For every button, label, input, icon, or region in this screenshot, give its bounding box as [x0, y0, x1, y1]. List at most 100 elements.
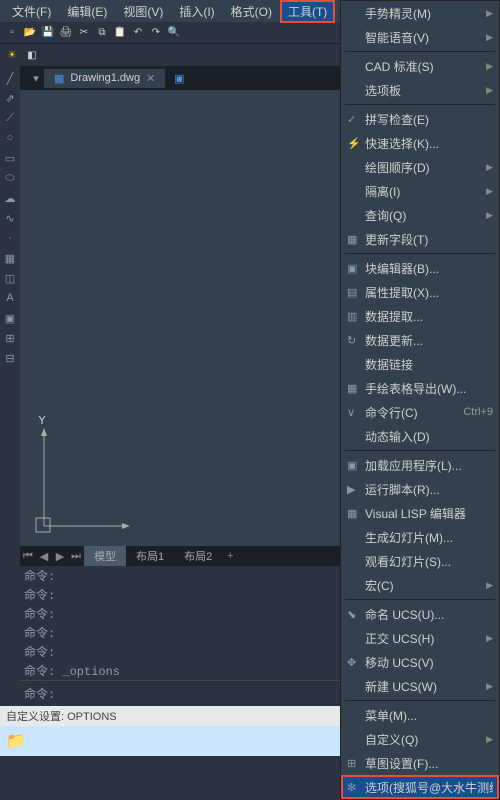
- menu-item[interactable]: 菜单(M)...: [341, 703, 499, 727]
- add-layout-icon[interactable]: +: [222, 550, 238, 562]
- menu-format[interactable]: 格式(O): [223, 0, 280, 23]
- menu-item[interactable]: CAD 标准(S)▶: [341, 54, 499, 78]
- line-icon[interactable]: ╱: [2, 70, 18, 86]
- point-icon[interactable]: ·: [2, 230, 18, 246]
- menu-item[interactable]: ✼选项(搜狐号@大水牛测绘: [341, 775, 499, 799]
- menu-item-label: 隔离(I): [365, 183, 486, 200]
- layer-icon[interactable]: ☀: [4, 47, 20, 63]
- polyline-icon[interactable]: ⇗: [2, 90, 18, 106]
- menu-item[interactable]: ⊞草图设置(F)...: [341, 751, 499, 775]
- document-tab[interactable]: ▦ Drawing1.dwg ✕: [44, 69, 165, 88]
- menu-item-icon: ▶: [347, 483, 365, 496]
- menu-edit[interactable]: 编辑(E): [59, 0, 115, 23]
- submenu-arrow-icon: ▶: [486, 186, 493, 197]
- tab-model[interactable]: 模型: [84, 546, 126, 566]
- menu-item[interactable]: 绘图顺序(D)▶: [341, 155, 499, 179]
- block-icon[interactable]: ▣: [2, 310, 18, 326]
- menu-tools[interactable]: 工具(T): [280, 0, 335, 23]
- menu-item-label: 移动 UCS(V): [365, 654, 493, 671]
- new-icon[interactable]: ▫: [4, 25, 20, 41]
- save-icon[interactable]: 💾: [40, 25, 56, 41]
- copy-icon[interactable]: ⧉: [94, 25, 110, 41]
- text-icon[interactable]: A: [2, 290, 18, 306]
- menu-item[interactable]: ▦Visual LISP 编辑器: [341, 501, 499, 525]
- cloud-icon[interactable]: ☁: [2, 190, 18, 206]
- nav-last-icon[interactable]: ⏭: [68, 550, 84, 563]
- menu-item-icon: ✥: [347, 656, 365, 669]
- ellipse-icon[interactable]: ⬭: [2, 170, 18, 186]
- menu-item[interactable]: 隔离(I)▶: [341, 179, 499, 203]
- menu-separator: [345, 599, 495, 600]
- color-icon[interactable]: ◧: [24, 47, 40, 63]
- menu-item[interactable]: ✓拼写检查(E): [341, 107, 499, 131]
- table-icon[interactable]: ⊞: [2, 330, 18, 346]
- menu-item[interactable]: ▣块编辑器(B)...: [341, 256, 499, 280]
- menu-item-label: 正交 UCS(H): [365, 630, 486, 647]
- hatch-icon[interactable]: ▦: [2, 250, 18, 266]
- menu-item[interactable]: ▦更新字段(T): [341, 227, 499, 251]
- menu-separator: [345, 104, 495, 105]
- submenu-arrow-icon: ▶: [486, 734, 493, 745]
- open-icon[interactable]: 📂: [22, 25, 38, 41]
- menu-item[interactable]: 数据链接: [341, 352, 499, 376]
- menu-item[interactable]: 自定义(Q)▶: [341, 727, 499, 751]
- paste-icon[interactable]: 📋: [112, 25, 128, 41]
- menu-item-icon: ▦: [347, 233, 365, 246]
- menu-item[interactable]: ▣加载应用程序(L)...: [341, 453, 499, 477]
- explorer-icon[interactable]: 📁: [6, 731, 26, 751]
- menu-item-icon: ✼: [347, 781, 365, 794]
- menu-item[interactable]: 观看幻灯片(S)...: [341, 549, 499, 573]
- print-icon[interactable]: 🖨: [58, 25, 74, 41]
- rect-icon[interactable]: ▭: [2, 150, 18, 166]
- menu-item[interactable]: ▥数据提取...: [341, 304, 499, 328]
- menu-item[interactable]: ▤属性提取(X)...: [341, 280, 499, 304]
- zoom-icon[interactable]: 🔍: [166, 25, 182, 41]
- menu-file[interactable]: 文件(F): [4, 0, 59, 23]
- menu-item[interactable]: 选项板▶: [341, 78, 499, 102]
- menu-item[interactable]: ∨命令行(C)Ctrl+9: [341, 400, 499, 424]
- nav-prev-icon[interactable]: ◀: [36, 550, 52, 563]
- arc-icon[interactable]: ⟋: [2, 110, 18, 126]
- menu-item[interactable]: 动态输入(D): [341, 424, 499, 448]
- menu-view[interactable]: 视图(V): [115, 0, 171, 23]
- new-tab-icon[interactable]: ▣: [171, 70, 187, 86]
- menu-item-shortcut: Ctrl+9: [463, 406, 493, 418]
- nav-next-icon[interactable]: ▶: [52, 550, 68, 563]
- menu-item-label: 菜单(M)...: [365, 707, 493, 724]
- menu-item[interactable]: ▶运行脚本(R)...: [341, 477, 499, 501]
- tab-chevron-icon[interactable]: ▾: [28, 70, 44, 86]
- dim-icon[interactable]: ⊟: [2, 350, 18, 366]
- redo-icon[interactable]: ↷: [148, 25, 164, 41]
- undo-icon[interactable]: ↶: [130, 25, 146, 41]
- region-icon[interactable]: ◫: [2, 270, 18, 286]
- menu-item[interactable]: ✥移动 UCS(V): [341, 650, 499, 674]
- spline-icon[interactable]: ∿: [2, 210, 18, 226]
- menu-separator: [345, 51, 495, 52]
- menu-item-label: 生成幻灯片(M)...: [365, 529, 493, 546]
- menu-item[interactable]: 新建 UCS(W)▶: [341, 674, 499, 698]
- menu-item[interactable]: 智能语音(V)▶: [341, 25, 499, 49]
- menu-item[interactable]: 生成幻灯片(M)...: [341, 525, 499, 549]
- circle-icon[interactable]: ○: [2, 130, 18, 146]
- nav-first-icon[interactable]: ⏮: [20, 550, 36, 563]
- menu-item-label: 动态输入(D): [365, 428, 493, 445]
- menu-item[interactable]: ⬊命名 UCS(U)...: [341, 602, 499, 626]
- menu-item-icon: ⚡: [347, 137, 365, 150]
- menu-item[interactable]: ▦手绘表格导出(W)...: [341, 376, 499, 400]
- submenu-arrow-icon: ▶: [486, 633, 493, 644]
- menu-item-label: 命令行(C): [365, 404, 457, 421]
- menu-item[interactable]: 查询(Q)▶: [341, 203, 499, 227]
- submenu-arrow-icon: ▶: [486, 580, 493, 591]
- menu-item[interactable]: 手势精灵(M)▶: [341, 1, 499, 25]
- menu-insert[interactable]: 插入(I): [171, 0, 222, 23]
- submenu-arrow-icon: ▶: [486, 32, 493, 43]
- close-icon[interactable]: ✕: [146, 72, 155, 85]
- menu-item[interactable]: ⚡快速选择(K)...: [341, 131, 499, 155]
- tab-layout2[interactable]: 布局2: [174, 546, 222, 566]
- menu-item[interactable]: 宏(C)▶: [341, 573, 499, 597]
- cut-icon[interactable]: ✂: [76, 25, 92, 41]
- tab-layout1[interactable]: 布局1: [126, 546, 174, 566]
- menu-item-label: 观看幻灯片(S)...: [365, 553, 493, 570]
- menu-item[interactable]: 正交 UCS(H)▶: [341, 626, 499, 650]
- menu-item[interactable]: ↻数据更新...: [341, 328, 499, 352]
